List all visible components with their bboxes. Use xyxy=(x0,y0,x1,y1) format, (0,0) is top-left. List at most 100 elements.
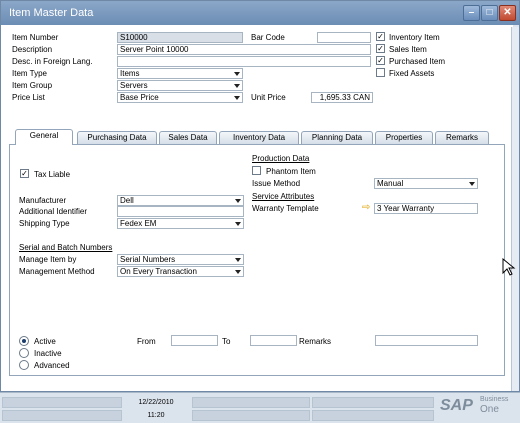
tab-general[interactable]: General xyxy=(15,129,73,145)
bar-code-label: Bar Code xyxy=(251,33,285,42)
item-number-field[interactable]: S10000 xyxy=(117,32,243,43)
issue-method-label: Issue Method xyxy=(252,179,301,188)
inventory-item-checkbox[interactable]: ✓ xyxy=(376,32,385,41)
tab-planning-data[interactable]: Planning Data xyxy=(301,131,373,144)
phantom-item-checkbox[interactable] xyxy=(252,166,261,175)
tab-strip: General Purchasing Data Sales Data Inven… xyxy=(1,129,511,145)
active-label: Active xyxy=(34,337,56,346)
general-tab-panel: ✓ Tax Liable Manufacturer Dell Additiona… xyxy=(9,144,505,376)
management-method-label: Management Method xyxy=(19,267,95,276)
item-group-value: Servers xyxy=(120,81,148,90)
tab-properties[interactable]: Properties xyxy=(375,131,433,144)
service-attributes-header: Service Attributes xyxy=(252,192,315,201)
shipping-type-label: Shipping Type xyxy=(19,219,70,228)
sales-item-label: Sales Item xyxy=(389,45,427,54)
manufacturer-label: Manufacturer xyxy=(19,196,67,205)
sales-item-checkbox[interactable]: ✓ xyxy=(376,44,385,53)
description-field[interactable]: Server Point 10000 xyxy=(117,44,371,55)
window-title: Item Master Data xyxy=(9,7,94,19)
management-method-value: On Every Transaction xyxy=(120,267,197,276)
tab-sales-data[interactable]: Sales Data xyxy=(159,131,217,144)
minimize-button[interactable]: – xyxy=(463,5,480,21)
additional-identifier-field[interactable] xyxy=(117,206,244,217)
advanced-label: Advanced xyxy=(34,361,70,370)
purchased-item-checkbox[interactable]: ✓ xyxy=(376,56,385,65)
advanced-radio[interactable] xyxy=(19,360,29,370)
tax-liable-label: Tax Liable xyxy=(34,170,71,179)
link-arrow-icon[interactable]: ⇨ xyxy=(362,202,370,213)
desc-foreign-label: Desc. in Foreign Lang. xyxy=(12,57,93,66)
tab-inventory-data[interactable]: Inventory Data xyxy=(219,131,299,144)
chevron-down-icon xyxy=(234,72,240,76)
item-type-select[interactable]: Items xyxy=(117,68,243,79)
close-button[interactable]: ✕ xyxy=(499,5,516,21)
item-type-label: Item Type xyxy=(12,69,47,78)
chevron-down-icon xyxy=(235,258,241,262)
status-date: 12/22/2010 xyxy=(138,399,174,406)
inactive-label: Inactive xyxy=(34,349,62,358)
price-list-value: Base Price xyxy=(120,93,159,102)
fixed-assets-label: Fixed Assets xyxy=(389,69,435,78)
inactive-radio[interactable] xyxy=(19,348,29,358)
maximize-button[interactable]: □ xyxy=(481,5,498,21)
chevron-down-icon xyxy=(235,199,241,203)
remarks-label: Remarks xyxy=(299,337,332,346)
item-type-value: Items xyxy=(120,69,140,78)
warranty-template-label: Warranty Template xyxy=(252,204,319,213)
manufacturer-select[interactable]: Dell xyxy=(117,195,244,206)
unit-price-field[interactable]: 1,695.33 CAN xyxy=(311,92,373,103)
bar-code-field[interactable] xyxy=(317,32,371,43)
status-field xyxy=(192,410,310,421)
fixed-assets-checkbox[interactable] xyxy=(376,68,385,77)
from-date-field[interactable] xyxy=(171,335,218,346)
shipping-type-select[interactable]: Fedex EM xyxy=(117,218,244,229)
status-field xyxy=(192,397,310,408)
sap-brand: SAP xyxy=(440,397,473,414)
status-time: 11:20 xyxy=(147,412,165,419)
status-field xyxy=(2,397,122,408)
chevron-down-icon xyxy=(235,222,241,226)
manufacturer-value: Dell xyxy=(120,196,134,205)
status-field xyxy=(2,410,122,421)
from-label: From xyxy=(137,337,156,346)
active-radio[interactable] xyxy=(19,336,29,346)
chevron-down-icon xyxy=(469,182,475,186)
remarks-field[interactable] xyxy=(375,335,478,346)
shipping-type-value: Fedex EM xyxy=(120,219,157,228)
issue-method-select[interactable]: Manual xyxy=(374,178,478,189)
unit-price-label: Unit Price xyxy=(251,93,286,102)
title-bar[interactable]: Item Master Data – □ ✕ xyxy=(1,1,519,25)
price-list-label: Price List xyxy=(12,93,45,102)
warranty-template-field[interactable]: 3 Year Warranty xyxy=(374,203,478,214)
purchased-item-label: Purchased Item xyxy=(389,57,446,66)
item-group-label: Item Group xyxy=(12,81,53,90)
logo-line2: One xyxy=(480,404,499,415)
serial-batch-header: Serial and Batch Numbers xyxy=(19,243,113,252)
to-label: To xyxy=(222,337,231,346)
tab-remarks[interactable]: Remarks xyxy=(435,131,489,144)
tab-purchasing-data[interactable]: Purchasing Data xyxy=(77,131,157,144)
desc-foreign-field[interactable] xyxy=(117,56,371,67)
status-field xyxy=(312,397,434,408)
status-field xyxy=(312,410,434,421)
management-method-select[interactable]: On Every Transaction xyxy=(117,266,244,277)
to-date-field[interactable] xyxy=(250,335,297,346)
manage-item-by-value: Serial Numbers xyxy=(120,255,176,264)
description-label: Description xyxy=(12,45,53,54)
price-list-select[interactable]: Base Price xyxy=(117,92,243,103)
vertical-scrollbar[interactable] xyxy=(511,27,519,391)
additional-identifier-label: Additional Identifier xyxy=(19,207,88,216)
phantom-item-label: Phantom Item xyxy=(266,167,316,176)
chevron-down-icon xyxy=(234,96,240,100)
tax-liable-checkbox[interactable]: ✓ xyxy=(20,169,29,178)
issue-method-value: Manual xyxy=(377,179,404,188)
sap-business-one-logo: SAP Business One xyxy=(440,395,515,419)
item-group-select[interactable]: Servers xyxy=(117,80,243,91)
chevron-down-icon xyxy=(234,84,240,88)
logo-line1: Business xyxy=(480,396,509,403)
mouse-cursor-icon xyxy=(502,258,516,276)
inventory-item-label: Inventory Item xyxy=(389,33,440,42)
manage-item-by-label: Manage Item by xyxy=(19,255,77,264)
manage-item-by-select[interactable]: Serial Numbers xyxy=(117,254,244,265)
item-number-label: Item Number xyxy=(12,33,59,42)
